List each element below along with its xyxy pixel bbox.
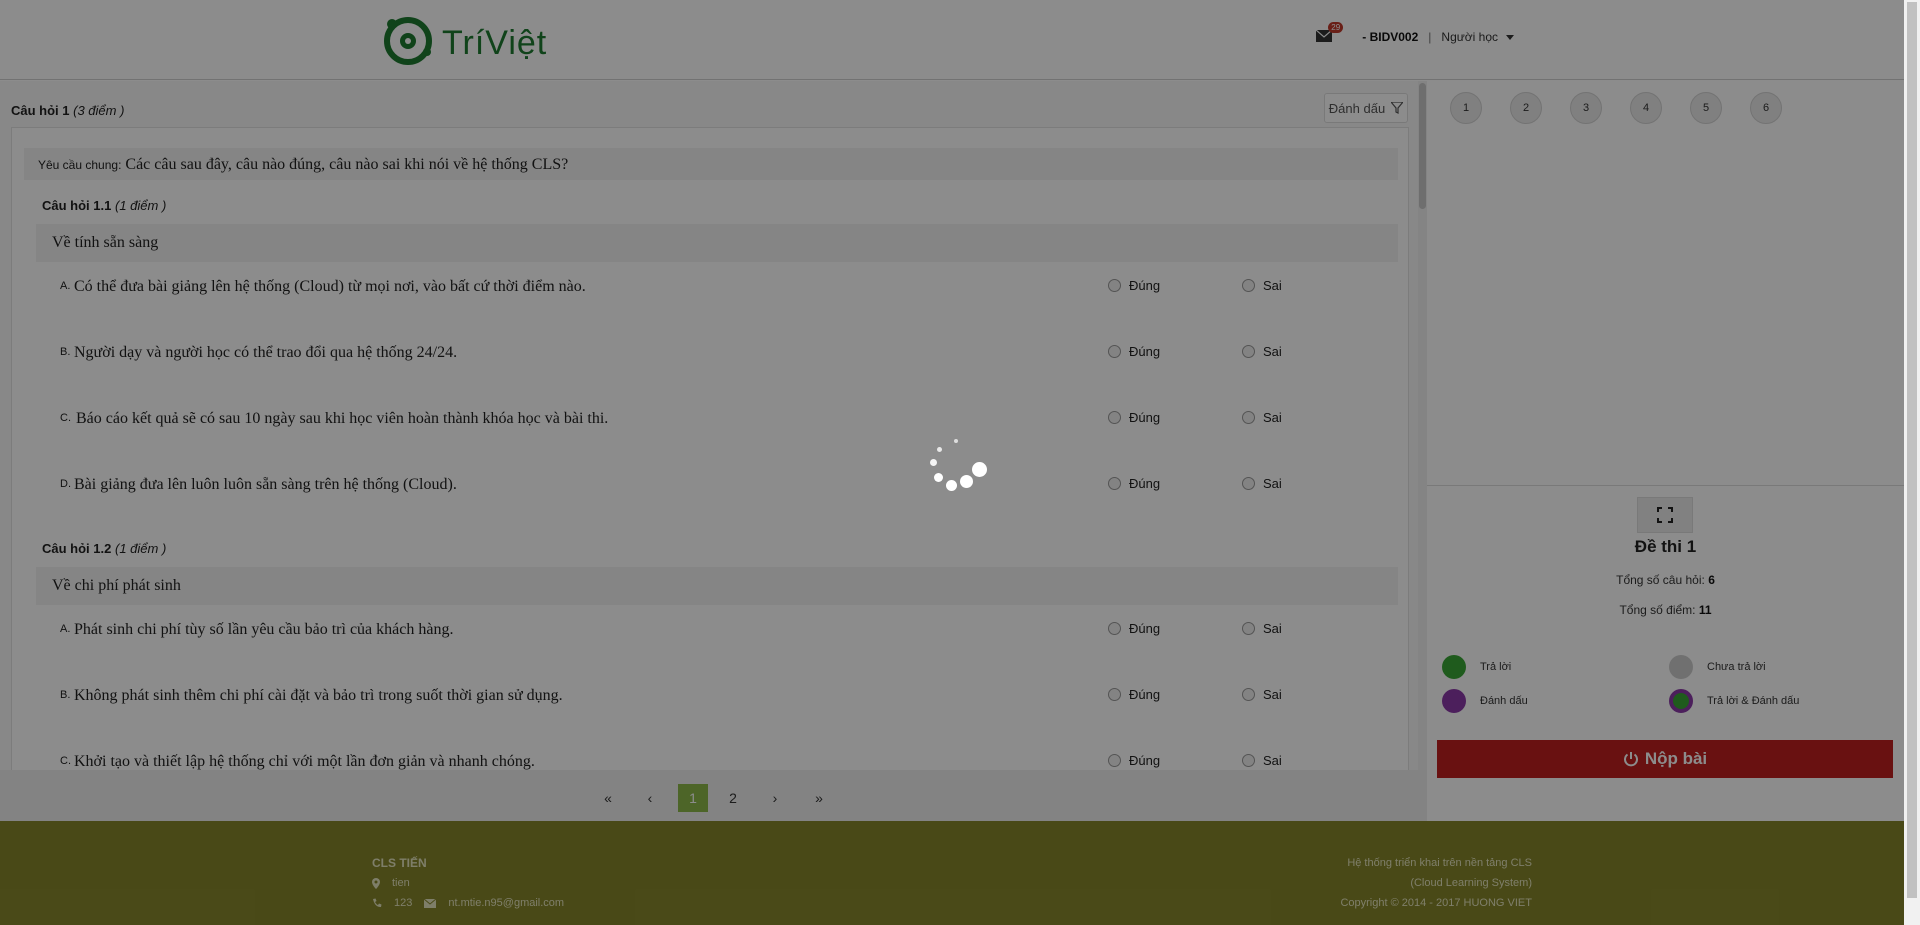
loading-overlay bbox=[0, 0, 1904, 925]
loading-spinner-icon bbox=[920, 435, 987, 495]
page-scroll-thumb[interactable] bbox=[1907, 2, 1917, 898]
page-scrollbar[interactable] bbox=[1904, 0, 1920, 925]
